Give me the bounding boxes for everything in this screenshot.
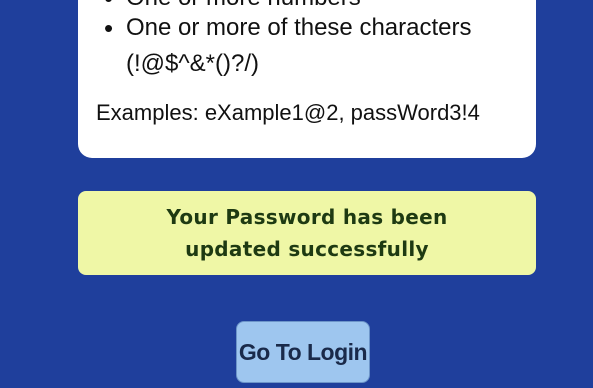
go-to-login-button[interactable]: Go To Login [236, 321, 370, 383]
rule-item-numbers: One or more numbers [96, 0, 518, 10]
password-examples: Examples: eXample1@2, passWord3!4 [96, 100, 480, 125]
password-rules-card: One or more numbers One or more of these… [78, 0, 536, 158]
success-message-box: Your Password has been updated successfu… [78, 191, 536, 275]
success-message: Your Password has been updated successfu… [166, 205, 448, 261]
rule-item-special-characters: One or more of these characters (!@$^&*(… [96, 10, 518, 82]
password-updated-page: One or more numbers One or more of these… [0, 0, 593, 388]
password-rules-list: One or more numbers One or more of these… [96, 0, 518, 82]
go-to-login-label: Go To Login [238, 338, 368, 365]
